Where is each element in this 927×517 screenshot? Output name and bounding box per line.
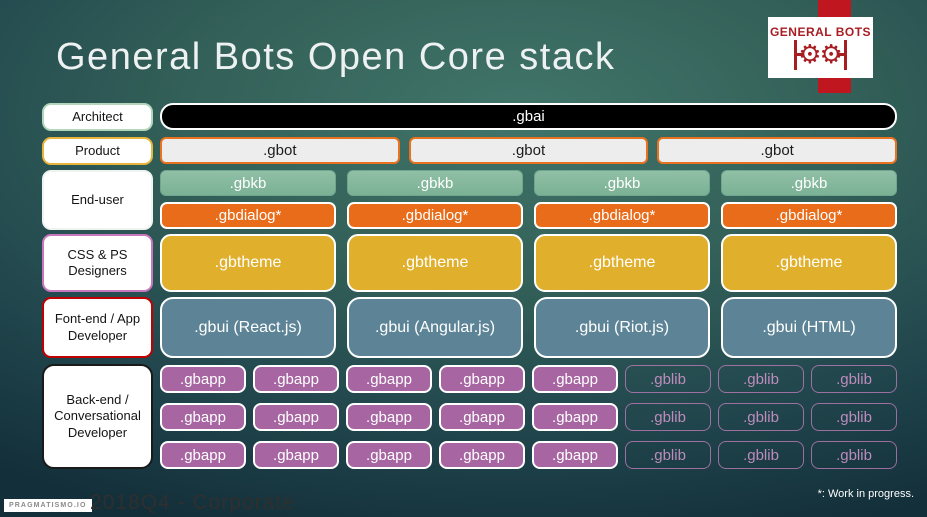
logo-wordmark: GENERAL BOTS (769, 25, 872, 39)
gblib-block: .gblib (718, 403, 804, 431)
gbapp-block: .gbapp (160, 441, 246, 469)
gbtheme-block: .gbtheme (347, 234, 523, 292)
gbapp-block: .gbapp (439, 365, 525, 393)
gbdialog-row: .gbdialog* .gbdialog* .gbdialog* .gbdial… (160, 202, 897, 229)
gbapp-block: .gbapp (253, 441, 339, 469)
gbot-block: .gbot (657, 137, 897, 164)
gblib-block: .gblib (718, 441, 804, 469)
gbui-react-block: .gbui (React.js) (160, 297, 336, 358)
gbui-angular-block: .gbui (Angular.js) (347, 297, 523, 358)
gbtheme-block: .gbtheme (534, 234, 710, 292)
gbapp-block: .gbapp (346, 403, 432, 431)
gbot-row: .gbot .gbot .gbot (160, 137, 897, 164)
role-label-architect: Architect (42, 103, 153, 131)
slide: General Bots Open Core stack GENERAL BOT… (0, 0, 927, 517)
gbui-riot-block: .gbui (Riot.js) (534, 297, 710, 358)
gear-right-bar-icon (837, 40, 847, 70)
pragmatismo-brand-badge: PRAGMATISMO.IO (4, 499, 92, 512)
role-label-product: Product (42, 137, 153, 165)
footer-quarter-text: 2018Q4 - Corporate (90, 491, 295, 514)
gbai-block: .gbai (160, 103, 897, 130)
gears-icon: ⚙ ⚙ (794, 40, 847, 70)
gbapp-block: .gbapp (160, 403, 246, 431)
role-label-end-user: End-user (42, 170, 153, 230)
general-bots-logo: GENERAL BOTS ⚙ ⚙ (768, 17, 873, 78)
gbapp-block: .gbapp (346, 365, 432, 393)
gbot-block: .gbot (160, 137, 400, 164)
gbapp-block: .gbapp (346, 441, 432, 469)
gblib-block: .gblib (811, 441, 897, 469)
gbdialog-block: .gbdialog* (347, 202, 523, 229)
gbkb-block: .gbkb (534, 170, 710, 196)
gbkb-block: .gbkb (721, 170, 897, 196)
gbapp-block: .gbapp (160, 365, 246, 393)
gbdialog-block: .gbdialog* (160, 202, 336, 229)
gbapp-block: .gbapp (532, 365, 618, 393)
gbapp-gblib-row: .gbapp .gbapp .gbapp .gbapp .gbapp .gbli… (160, 441, 897, 469)
page-title: General Bots Open Core stack (56, 36, 616, 78)
role-label-css-ps-designers: CSS & PS Designers (42, 234, 153, 292)
gbtheme-block: .gbtheme (721, 234, 897, 292)
gbot-block: .gbot (408, 137, 649, 164)
gbapp-block: .gbapp (439, 403, 525, 431)
gbai-row: .gbai (160, 103, 897, 130)
gbapp-gblib-row: .gbapp .gbapp .gbapp .gbapp .gbapp .gbli… (160, 365, 897, 393)
role-label-backend-conversational-developer: Back-end / Conversational Developer (42, 364, 153, 469)
gbapp-block: .gbapp (439, 441, 525, 469)
gbkb-block: .gbkb (160, 170, 336, 196)
gblib-block: .gblib (625, 365, 711, 393)
work-in-progress-note: *: Work in progress. (817, 488, 914, 500)
gblib-block: .gblib (718, 365, 804, 393)
gbapp-gblib-row: .gbapp .gbapp .gbapp .gbapp .gbapp .gbli… (160, 403, 897, 431)
gbdialog-block: .gbdialog* (534, 202, 710, 229)
gbtheme-block: .gbtheme (160, 234, 336, 292)
gblib-block: .gblib (625, 403, 711, 431)
gbapp-block: .gbapp (532, 441, 618, 469)
role-label-frontend-app-developer: Font-end / App Developer (42, 297, 153, 358)
gbkb-row: .gbkb .gbkb .gbkb .gbkb (160, 170, 897, 196)
gbkb-block: .gbkb (347, 170, 523, 196)
gbapp-block: .gbapp (253, 365, 339, 393)
gbapp-block: .gbapp (532, 403, 618, 431)
gbdialog-block: .gbdialog* (721, 202, 897, 229)
gblib-block: .gblib (811, 403, 897, 431)
gear-left-bar-icon (794, 40, 804, 70)
gblib-block: .gblib (811, 365, 897, 393)
gblib-block: .gblib (625, 441, 711, 469)
gbtheme-row: .gbtheme .gbtheme .gbtheme .gbtheme (160, 234, 897, 292)
gbapp-block: .gbapp (253, 403, 339, 431)
gbui-row: .gbui (React.js) .gbui (Angular.js) .gbu… (160, 297, 897, 358)
gbui-html-block: .gbui (HTML) (721, 297, 897, 358)
